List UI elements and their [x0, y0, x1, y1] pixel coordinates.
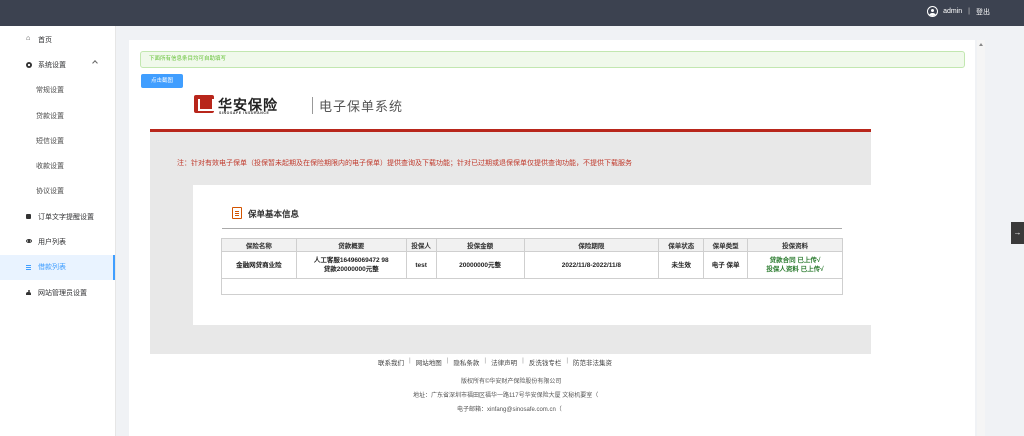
- footer-link[interactable]: 反洗钱专栏: [529, 357, 562, 367]
- table-header-row: 保险名称 贷款概要 投保人 投保金额 保险期限 保单状态 保单类型 投保资料: [221, 238, 843, 252]
- material-line: 投保人资料 已上传√: [766, 266, 824, 273]
- sidebar: ⌂ 首页 系统设置 常规设置 贷款设置 短信设置 收款设置 协议设置 订单文字提…: [0, 26, 116, 436]
- user-menu: admin | 登出: [927, 6, 990, 17]
- policy-table: 保险名称 贷款概要 投保人 投保金额 保险期限 保单状态 保单类型 投保资料 金…: [221, 238, 843, 295]
- top-bar: admin | 登出: [0, 0, 1024, 26]
- system-name: 电子保单系统: [319, 99, 404, 114]
- email: 电子邮箱：xinfang@sinosafe.com.cn（: [457, 407, 562, 413]
- sidebar-item-system-settings[interactable]: 系统设置: [0, 52, 115, 77]
- home-icon: ⌂: [26, 35, 31, 42]
- chevron-up-icon: [92, 60, 98, 67]
- sidebar-item-general-settings[interactable]: 常规设置: [0, 78, 115, 103]
- column-header: 保单状态: [658, 238, 705, 252]
- column-header: 贷款概要: [295, 238, 407, 252]
- policy-document: 华安保险 SINOSAFE INSURANCE 电子保单系统 注：针对有效电子保…: [150, 91, 871, 354]
- sidebar-item-loan-settings[interactable]: 贷款设置: [0, 103, 115, 128]
- loan-summary-line: 人工客服16496069472 98: [313, 257, 389, 264]
- scrollbar[interactable]: [977, 40, 985, 436]
- document-header: 华安保险 SINOSAFE INSURANCE 电子保单系统: [150, 91, 871, 129]
- person-icon: [26, 289, 32, 296]
- column-header: 投保资料: [747, 238, 843, 252]
- divider: [312, 97, 313, 114]
- column-header: 投保金额: [435, 238, 525, 252]
- footer-link[interactable]: 隐私条款: [453, 357, 479, 367]
- sinosafe-logo-icon: [194, 95, 214, 113]
- policy-holder: test: [405, 251, 437, 279]
- sidebar-item-home[interactable]: ⌂ 首页: [0, 27, 115, 52]
- section-rule: [222, 228, 842, 229]
- loan-summary: 人工客服16496069472 98 贷款20000000元整: [295, 251, 407, 279]
- insured-amount: 20000000元整: [435, 251, 525, 279]
- insurance-name: 金融网贷商业险: [221, 251, 297, 279]
- eye-icon: [26, 239, 32, 245]
- footer-link[interactable]: 防范非法集资: [573, 357, 612, 367]
- footer-link[interactable]: 联系我们: [378, 357, 404, 367]
- address: 地址：广东省深圳市福田区福华一路117号华安保险大厦 文秘机要室（: [413, 393, 599, 399]
- table-row-empty: [221, 278, 843, 295]
- gear-icon: [26, 62, 32, 69]
- policy-materials: 贷款合同 已上传√ 投保人资料 已上传√: [747, 251, 843, 279]
- notice-text: 注：针对有效电子保单（投保暂未起期及在保险期限内的电子保单）提供查询及下载功能；…: [177, 160, 632, 167]
- arrow-right-icon[interactable]: →: [1011, 222, 1024, 244]
- column-header: 保险名称: [221, 238, 297, 252]
- screenshot-button[interactable]: 点击截图: [141, 74, 183, 88]
- column-header: 保单类型: [703, 238, 749, 252]
- scroll-up-icon[interactable]: [979, 43, 983, 46]
- sidebar-item-users[interactable]: 用户列表: [0, 229, 115, 254]
- brand-name-en: SINOSAFE INSURANCE: [219, 111, 270, 115]
- sidebar-item-sms-settings[interactable]: 短信设置: [0, 128, 115, 153]
- policy-type: 电子 保单: [703, 251, 749, 279]
- sidebar-item-admin-settings[interactable]: 网站管理员设置: [0, 280, 115, 305]
- footer-link[interactable]: 网站地图: [416, 357, 442, 367]
- loan-summary-line: 贷款20000000元整: [323, 266, 379, 273]
- table-row: 金融网贷商业险 人工客服16496069472 98 贷款20000000元整 …: [221, 251, 843, 279]
- info-alert: 下面所有信息条目均可自助填写: [140, 51, 965, 68]
- policy-status: 未生效: [658, 251, 705, 279]
- divider: |: [968, 8, 970, 15]
- copyright: 版权所有©华安财产保险股份有限公司: [461, 379, 562, 385]
- footer-links: 联系我们 | 网站地图 | 隐私条款 | 法律声明 | 反洗钱专栏 | 防范非法集资: [378, 357, 613, 367]
- square-icon: [26, 214, 32, 220]
- document-icon: [232, 207, 242, 219]
- sidebar-item-payment-settings[interactable]: 收款设置: [0, 153, 115, 178]
- material-line: 贷款合同 已上传√: [769, 257, 821, 264]
- sidebar-item-loans[interactable]: 借款列表: [0, 254, 115, 281]
- sidebar-item-order-reminder[interactable]: 订单文字提醒设置: [0, 204, 115, 229]
- list-icon: [26, 264, 32, 271]
- username[interactable]: admin: [943, 8, 962, 15]
- user-avatar-icon[interactable]: [927, 6, 939, 17]
- column-header: 投保人: [405, 238, 437, 252]
- header-rule: [150, 129, 871, 132]
- insurance-period: 2022/11/8-2022/11/8: [523, 251, 660, 279]
- logout-link[interactable]: 登出: [976, 7, 990, 17]
- footer-link[interactable]: 法律声明: [491, 357, 517, 367]
- column-header: 保险期限: [523, 238, 660, 252]
- section-title: 保单基本信息: [248, 209, 300, 219]
- sidebar-item-agreement-settings[interactable]: 协议设置: [0, 179, 115, 204]
